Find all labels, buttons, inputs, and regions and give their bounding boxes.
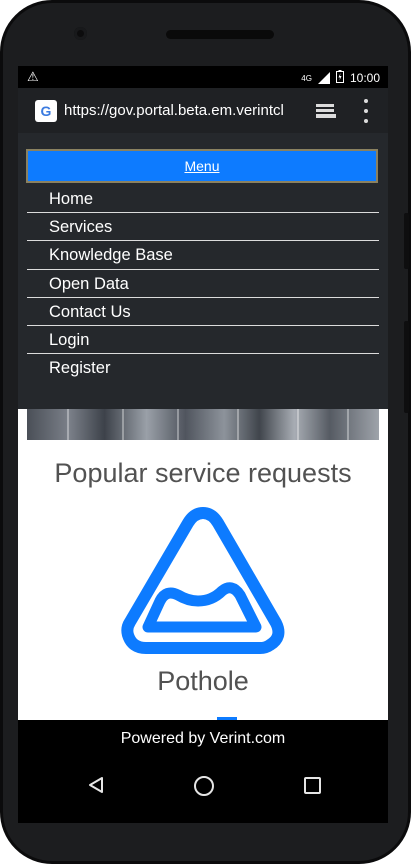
status-bar: ⚠ 4G 10:00 (18, 66, 388, 88)
hero-banner-image (27, 409, 379, 440)
power-button (404, 321, 409, 413)
volume-button (404, 213, 409, 269)
service-label[interactable]: Pothole (18, 666, 388, 697)
network-type: 4G (301, 73, 312, 83)
overflow-menu-icon[interactable] (356, 99, 376, 123)
screen: ⚠ 4G 10:00 G https://gov.portal.beta.em.… (18, 66, 388, 823)
pothole-icon[interactable] (120, 503, 286, 661)
menu-item-services[interactable]: Services (27, 213, 379, 242)
menu-toggle-button[interactable]: Menu (26, 149, 378, 183)
navigation-menu: Menu Home Services Knowledge Base Open D… (18, 133, 388, 409)
home-icon[interactable] (194, 776, 214, 796)
menu-item-open-data[interactable]: Open Data (27, 270, 379, 298)
section-title: Popular service requests (54, 458, 352, 488)
menu-item-register[interactable]: Register (27, 354, 379, 382)
warning-icon: ⚠ (27, 69, 39, 84)
footer: Powered by Verint.com (18, 720, 388, 756)
menu-item-home[interactable]: Home (27, 185, 379, 214)
battery-icon (335, 70, 344, 86)
menu-list: Home Services Knowledge Base Open Data C… (27, 185, 379, 382)
tab-switcher-icon[interactable] (315, 101, 337, 121)
browser-toolbar: G https://gov.portal.beta.em.verintcl (18, 88, 388, 133)
system-navigation-bar (18, 756, 388, 823)
site-favicon-icon[interactable]: G (35, 100, 57, 122)
url-field[interactable]: https://gov.portal.beta.em.verintcl (64, 102, 300, 119)
menu-item-knowledge-base[interactable]: Knowledge Base (27, 241, 379, 270)
earpiece-speaker (166, 30, 274, 39)
menu-item-contact-us[interactable]: Contact Us (27, 298, 379, 326)
front-camera (74, 27, 87, 40)
menu-item-login[interactable]: Login (27, 326, 379, 355)
clock: 10:00 (349, 71, 380, 85)
recents-icon[interactable] (304, 777, 321, 794)
status-right: 4G 10:00 (301, 70, 380, 86)
back-icon[interactable] (88, 776, 104, 799)
signal-icon (317, 72, 330, 84)
